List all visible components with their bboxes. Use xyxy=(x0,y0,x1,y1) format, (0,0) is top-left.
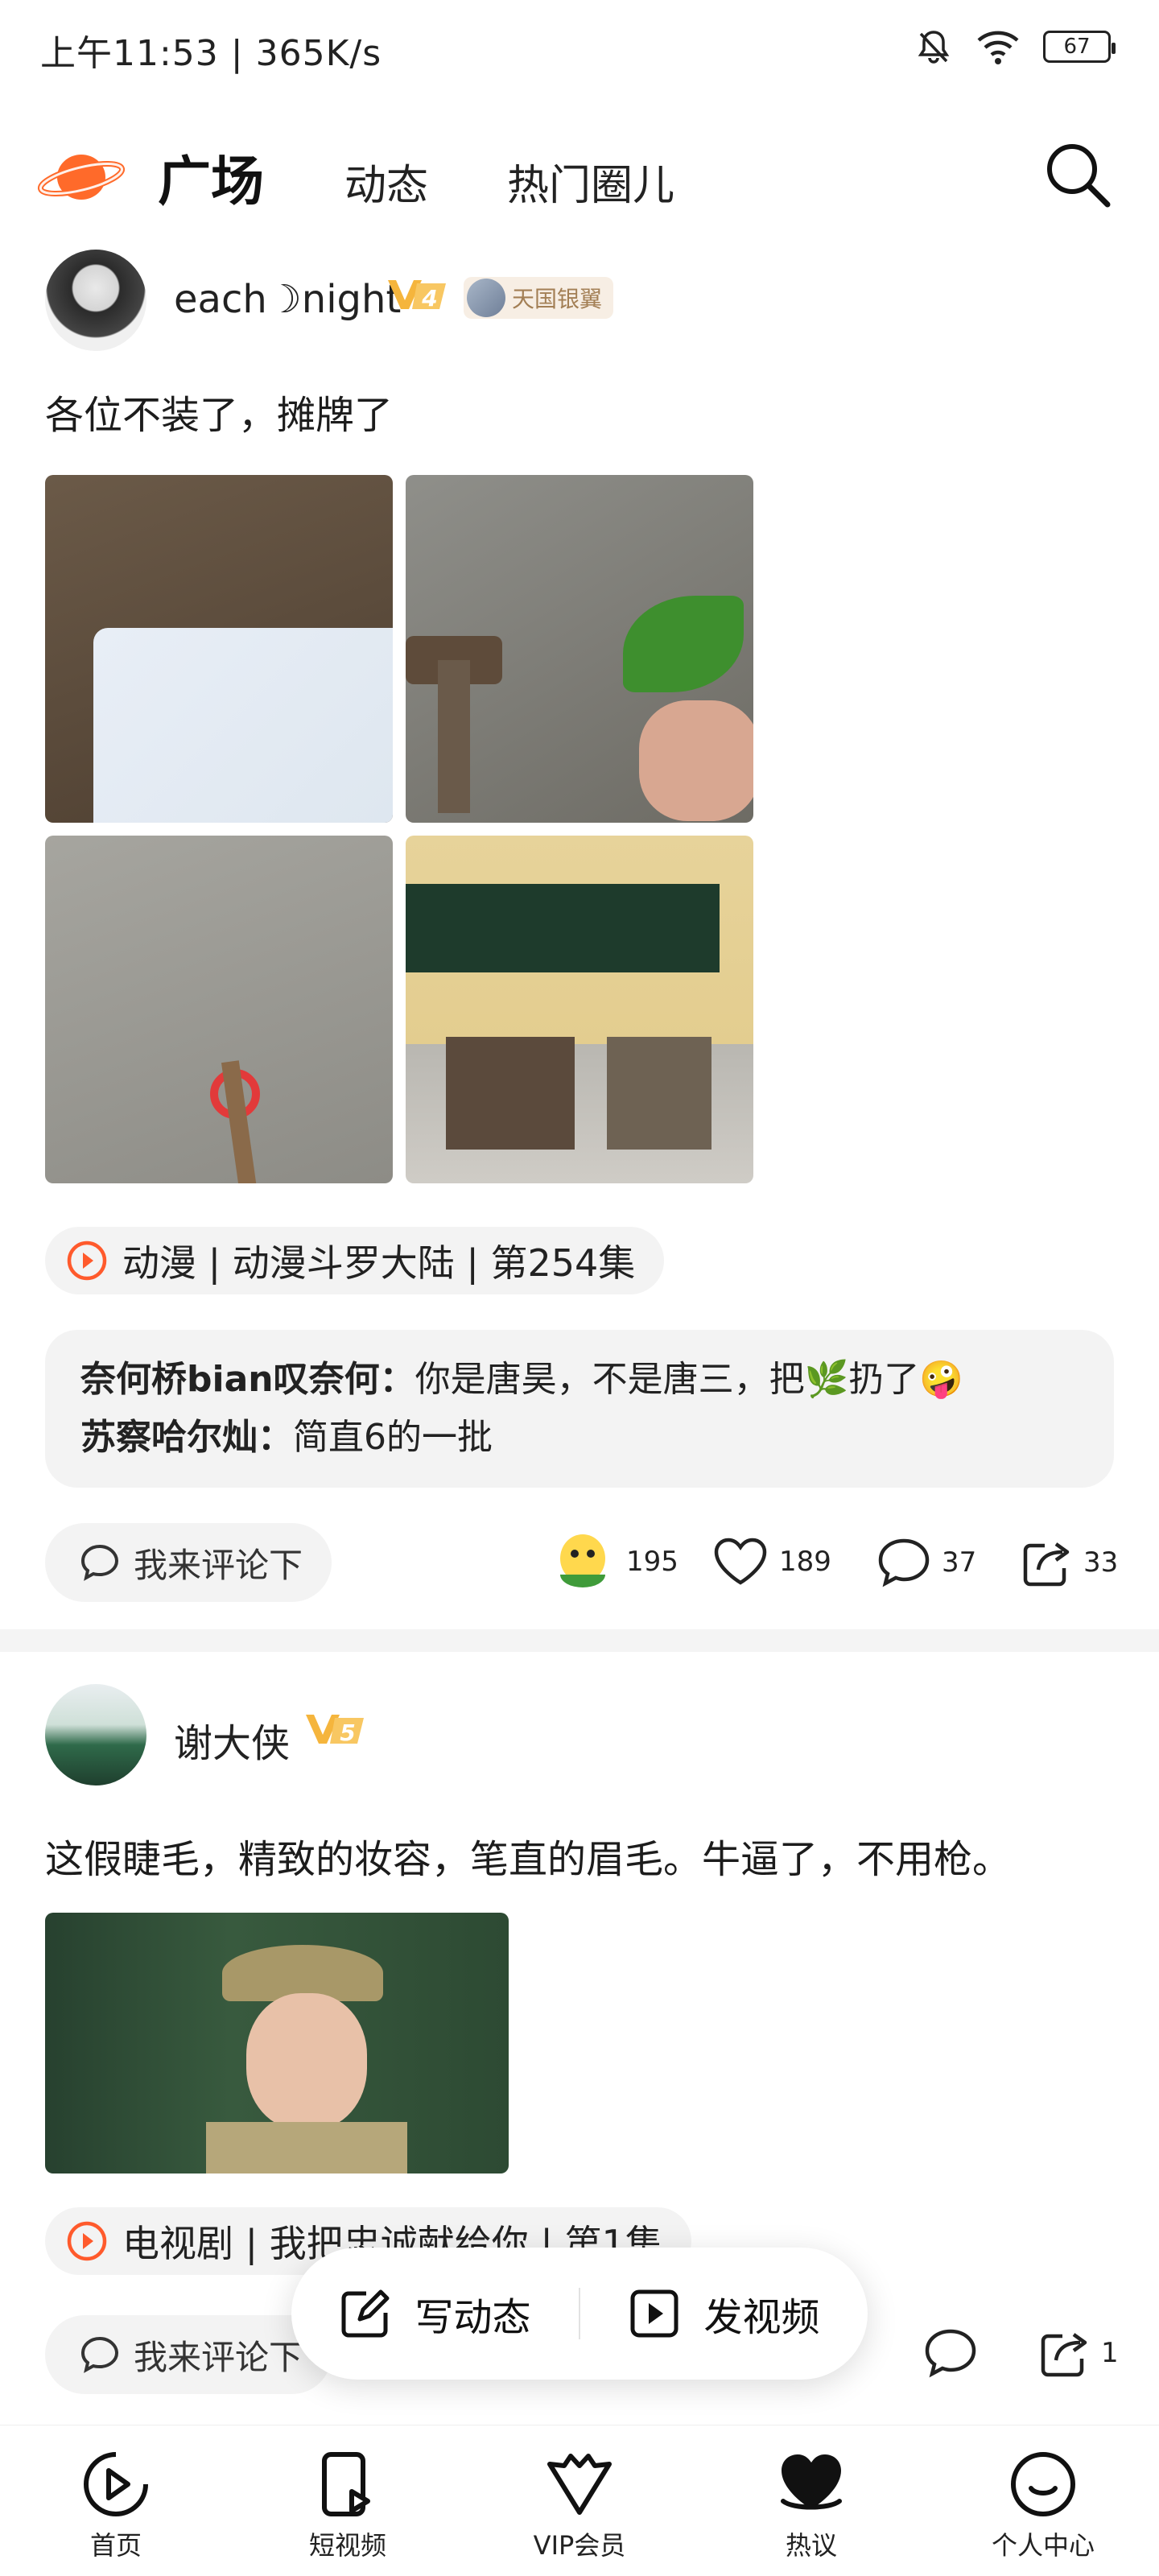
vip-level-badge: 5 xyxy=(303,1710,367,1752)
share-count: 33 xyxy=(1083,1546,1119,1579)
comment-button[interactable]: 37 xyxy=(877,1538,976,1587)
post-card: each☽night 4 天国银翼 各位不装了，摊牌了 动漫 | 动漫斗罗大陆 … xyxy=(0,242,1159,1626)
source-tag[interactable]: 动漫 | 动漫斗罗大陆 | 第254集 xyxy=(45,1227,665,1294)
nav-hot-discussion-label: 热议 xyxy=(785,2530,837,2561)
comment-icon xyxy=(925,2329,976,2378)
post-text: 这假睫毛，精致的妆容，笔直的眉毛。牛逼了，不用枪。 xyxy=(45,1837,1012,1882)
hot-comment-text: 你是唐昊，不是唐三，把🌿扔了🤪 xyxy=(415,1359,964,1400)
battery-level: 67 xyxy=(1063,35,1091,59)
hot-comments[interactable]: 奈何桥bian叹奈何：你是唐昊，不是唐三，把🌿扔了🤪 苏察哈尔灿：简直6的一批 xyxy=(45,1330,1114,1488)
hot-comment-text: 简直6的一批 xyxy=(293,1417,493,1458)
nav-profile-label: 个人中心 xyxy=(991,2530,1095,2561)
status-icons: 67 xyxy=(914,27,1116,66)
post-image-actress[interactable] xyxy=(45,1913,509,2174)
group-avatar-icon xyxy=(467,279,505,317)
post-text: 各位不装了，摊牌了 xyxy=(45,393,394,438)
avatar[interactable] xyxy=(45,1684,146,1785)
wifi-icon xyxy=(977,31,1019,64)
reaction-button[interactable]: 195 xyxy=(551,1530,678,1594)
hot-comment-author[interactable]: 苏察哈尔灿： xyxy=(80,1417,293,1458)
write-comment-label: 我来评论下 xyxy=(134,1545,303,1585)
like-button[interactable]: 189 xyxy=(713,1538,831,1586)
source-tag-label: 动漫 | 动漫斗罗大陆 | 第254集 xyxy=(122,1241,636,1285)
nav-hot-discussion[interactable]: 热议 xyxy=(695,2425,927,2576)
short-video-icon xyxy=(322,2452,370,2516)
planet-logo-icon[interactable] xyxy=(37,143,126,208)
vip-level-number: 4 xyxy=(421,285,437,312)
tab-dynamic[interactable]: 动态 xyxy=(344,151,428,212)
status-bar: 上午11:53 | 365K/s 67 xyxy=(0,0,1159,97)
mute-bell-icon xyxy=(918,31,950,64)
top-header: 广场 动态 热门圈儿 xyxy=(0,97,1159,242)
share-button[interactable]: 1 xyxy=(1038,2328,1119,2378)
post-image-storefront[interactable] xyxy=(406,836,753,1183)
nav-profile[interactable]: 个人中心 xyxy=(927,2425,1159,2576)
status-time: 上午11:53 | 365K/s xyxy=(40,33,382,74)
share-count: 1 xyxy=(1101,2337,1119,2369)
username[interactable]: 谢大侠 xyxy=(174,1711,290,1768)
chat-bubble-icon xyxy=(80,1544,119,1581)
compose-bar: 写动态 发视频 xyxy=(291,2248,868,2380)
battery-icon: 67 xyxy=(1043,31,1116,63)
share-icon xyxy=(1023,1542,1070,1587)
write-post-button[interactable]: 写动态 xyxy=(291,2285,579,2342)
username[interactable]: each☽night xyxy=(174,277,401,322)
write-comment-button[interactable]: 我来评论下 xyxy=(45,2315,332,2394)
edit-icon xyxy=(341,2289,390,2338)
play-circle-nav-icon xyxy=(84,2452,148,2516)
melon-emoji-icon xyxy=(560,1534,605,1587)
post-divider xyxy=(0,1629,1159,1652)
write-comment-button[interactable]: 我来评论下 xyxy=(45,1523,332,1602)
vip-crown-icon xyxy=(547,2454,612,2515)
tab-hot-circles[interactable]: 热门圈儿 xyxy=(507,151,674,212)
nav-short-video-label: 短视频 xyxy=(308,2530,386,2561)
share-button[interactable]: 33 xyxy=(1021,1538,1118,1587)
group-badge[interactable]: 天国银翼 xyxy=(464,277,614,319)
post-image-id-card[interactable] xyxy=(45,475,393,823)
post-video-label: 发视频 xyxy=(703,2295,820,2340)
like-count: 189 xyxy=(779,1546,831,1578)
group-name: 天国银翼 xyxy=(512,286,603,312)
nav-vip-label: VIP会员 xyxy=(533,2530,626,2561)
write-post-label: 写动态 xyxy=(415,2295,531,2340)
post-image-concrete[interactable] xyxy=(45,836,393,1183)
nav-home-label: 首页 xyxy=(89,2530,142,2561)
bottom-nav: 首页 短视频 VIP会员 热议 个人中心 xyxy=(0,2425,1159,2576)
chat-bubble-icon xyxy=(80,2336,119,2373)
heart-filled-icon xyxy=(781,2454,842,2510)
search-icon[interactable] xyxy=(1041,138,1114,211)
hot-comment: 苏察哈尔灿：简直6的一批 xyxy=(80,1409,1079,1467)
heart-icon xyxy=(714,1538,767,1585)
comment-icon xyxy=(878,1538,930,1587)
nav-short-video[interactable]: 短视频 xyxy=(232,2425,464,2576)
post-image-hammer[interactable] xyxy=(406,475,753,823)
play-circle-icon xyxy=(67,2221,107,2261)
hot-comment: 奈何桥bian叹奈何：你是唐昊，不是唐三，把🌿扔了🤪 xyxy=(80,1351,1079,1409)
write-comment-label: 我来评论下 xyxy=(134,2337,303,2377)
avatar[interactable] xyxy=(45,250,146,351)
hot-comment-author[interactable]: 奈何桥bian叹奈何： xyxy=(80,1359,415,1400)
page-title: 广场 xyxy=(158,151,264,213)
video-play-icon xyxy=(630,2289,678,2338)
play-circle-icon xyxy=(67,1241,107,1281)
vip-level-number: 5 xyxy=(340,1719,355,1746)
nav-home[interactable]: 首页 xyxy=(0,2425,232,2576)
vip-level-badge: 4 xyxy=(385,275,449,317)
nav-vip[interactable]: VIP会员 xyxy=(464,2425,695,2576)
reaction-count: 195 xyxy=(626,1546,678,1578)
smile-profile-icon xyxy=(1011,2452,1075,2516)
comment-count: 37 xyxy=(942,1546,977,1579)
share-icon xyxy=(1041,2333,1087,2377)
comment-button[interactable] xyxy=(924,2328,977,2378)
post-video-button[interactable]: 发视频 xyxy=(580,2285,868,2342)
